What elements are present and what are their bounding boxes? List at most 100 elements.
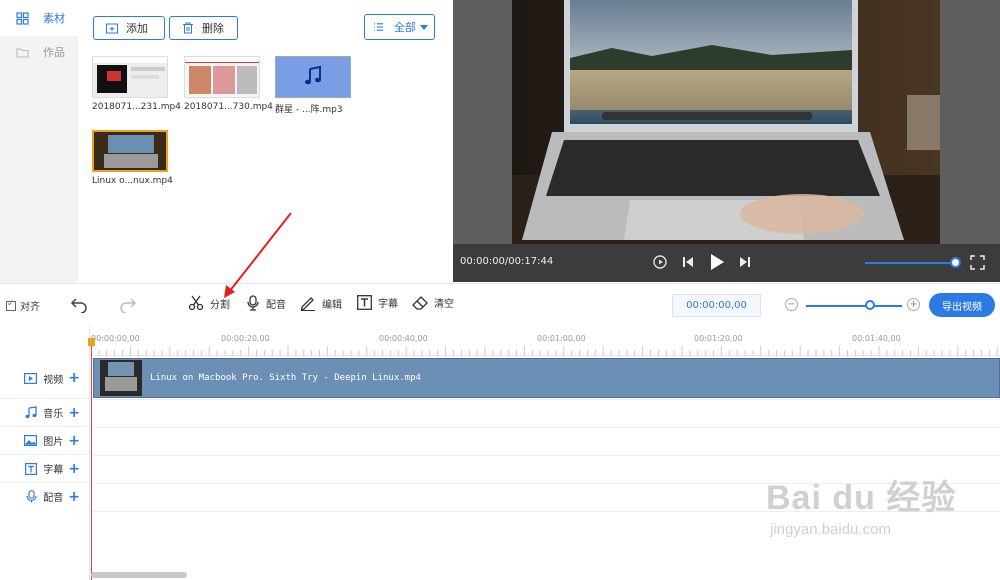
- previous-icon[interactable]: [681, 254, 695, 270]
- media-item[interactable]: 2018071...231.mp4: [92, 56, 181, 112]
- zoom-in-button[interactable]: +: [907, 298, 920, 311]
- media-library: 添加 删除 全部 2018071...231.mp4 2018071...730…: [78, 0, 451, 283]
- ruler-tick-label: 00:00:40,00: [379, 334, 428, 343]
- nav-item-works[interactable]: 作品: [0, 34, 78, 70]
- redo-icon[interactable]: [119, 297, 137, 313]
- track-label-text: 字幕: [43, 465, 64, 476]
- chevron-down-icon: [420, 25, 428, 30]
- edit-toolbar: 对齐 分割 配音 编辑 字幕 清空 00:00:00,00 − + 导出视频: [0, 283, 1000, 325]
- media-name: Linux o...nux.mp4: [92, 176, 173, 186]
- dub-button[interactable]: 配音: [246, 295, 286, 311]
- media-item[interactable]: 群星 - ...阵.mp3: [275, 56, 355, 115]
- text-box-icon: [357, 295, 372, 310]
- timecode-field[interactable]: 00:00:00,00: [672, 294, 761, 317]
- playhead-handle[interactable]: [88, 338, 95, 346]
- track-label-text: 图片: [43, 437, 64, 448]
- watermark-url: jingyan.baidu.com: [770, 521, 891, 538]
- media-thumbnail: [92, 56, 168, 98]
- watermark-logo: Bai du 经验: [766, 479, 957, 517]
- track-label-image[interactable]: 图片 +: [0, 426, 90, 454]
- side-nav: 素材 作品: [0, 0, 78, 283]
- list-icon: [373, 23, 384, 31]
- pencil-icon: [300, 297, 315, 311]
- volume-slider-track[interactable]: [865, 262, 955, 264]
- replay-icon[interactable]: [652, 254, 668, 270]
- media-name: 群星 - ...阵.mp3: [275, 105, 343, 115]
- dub-label: 配音: [266, 299, 286, 311]
- ruler-tick-label: 00:01:40,00: [852, 334, 901, 343]
- filter-dropdown[interactable]: 全部: [364, 14, 435, 40]
- video-frame-image: [512, 0, 940, 244]
- fullscreen-icon[interactable]: [970, 255, 985, 270]
- timeline-scrollbar[interactable]: [91, 572, 187, 578]
- music-note-icon: [305, 65, 321, 85]
- next-icon[interactable]: [738, 254, 752, 270]
- media-item-selected[interactable]: Linux o...nux.mp4: [92, 130, 173, 186]
- clip-thumbnail: [100, 360, 142, 396]
- image-icon: [24, 435, 38, 446]
- ruler-tick-label: 00:00:00,00: [91, 334, 140, 343]
- zoom-slider-track[interactable]: [806, 305, 902, 307]
- add-button[interactable]: 添加: [93, 16, 165, 40]
- media-name: 2018071...730.mp4: [184, 102, 273, 112]
- baidu-watermark: Bai du 经验 jingyan.baidu.com: [766, 470, 956, 538]
- video-frame: [512, 0, 940, 244]
- playhead-line[interactable]: [91, 340, 92, 580]
- export-video-button[interactable]: 导出视频: [929, 293, 995, 317]
- add-track-item-icon[interactable]: +: [68, 433, 80, 449]
- track-label-video[interactable]: 视频 +: [0, 363, 90, 393]
- clear-button[interactable]: 清空: [412, 295, 454, 310]
- clip-name: Linux on Macbook Pro. Sixth Try - Deepin…: [150, 373, 421, 383]
- add-track-item-icon[interactable]: +: [68, 461, 80, 477]
- editor-window: 素材 作品 添加 删除 全部 2018071...231.mp4 2018071…: [0, 0, 1000, 580]
- timeline-tracks: Linux on Macbook Pro. Sixth Try - Deepin…: [91, 356, 1000, 580]
- edit-button[interactable]: 编辑: [300, 295, 342, 311]
- add-track-item-icon[interactable]: +: [68, 405, 80, 421]
- video-clip[interactable]: Linux on Macbook Pro. Sixth Try - Deepin…: [93, 358, 1000, 398]
- delete-button[interactable]: 删除: [169, 16, 238, 40]
- time-readout: 00:00:00/00:17:44: [460, 256, 554, 267]
- media-thumbnail: [275, 56, 351, 98]
- track-label-subtitle[interactable]: 字幕 +: [0, 454, 90, 482]
- undo-icon[interactable]: [70, 297, 88, 313]
- player-controls: 00:00:00/00:17:44: [453, 244, 1000, 282]
- image-lane[interactable]: [91, 428, 1000, 456]
- add-button-label: 添加: [126, 22, 148, 35]
- nav-item-label: 素材: [43, 12, 65, 25]
- volume-slider-handle[interactable]: [950, 257, 961, 268]
- track-labels: 视频 + 音乐 + 图片 + 字幕 + 配音 +: [0, 326, 90, 580]
- nav-item-materials[interactable]: 素材: [0, 0, 78, 36]
- align-checkbox[interactable]: 对齐: [6, 298, 40, 313]
- nav-item-label: 作品: [43, 46, 65, 59]
- trash-icon: [183, 22, 193, 34]
- delete-button-label: 删除: [202, 22, 224, 35]
- zoom-out-button[interactable]: −: [785, 298, 798, 311]
- add-track-item-icon[interactable]: +: [68, 489, 80, 505]
- music-lane[interactable]: [91, 400, 1000, 428]
- scissors-icon: [188, 295, 204, 311]
- video-lane[interactable]: Linux on Macbook Pro. Sixth Try - Deepin…: [91, 356, 1000, 400]
- video-preview: 00:00:00/00:17:44: [453, 0, 1000, 282]
- split-button[interactable]: 分割: [188, 295, 230, 311]
- subtitle-button[interactable]: 字幕: [357, 295, 398, 310]
- media-thumbnail: [184, 56, 260, 98]
- music-icon: [25, 406, 37, 419]
- checkbox-icon: [6, 299, 16, 311]
- track-label-text: 音乐: [43, 409, 64, 420]
- align-label: 对齐: [20, 302, 40, 313]
- play-icon[interactable]: [708, 252, 726, 272]
- grid-icon: [16, 11, 29, 25]
- ruler-tick-label: 00:00:20,00: [221, 334, 270, 343]
- split-label: 分割: [210, 299, 230, 311]
- add-track-item-icon[interactable]: +: [68, 370, 80, 386]
- mic-icon: [26, 490, 37, 503]
- timeline-ruler[interactable]: 00:00:00,00 00:00:20,00 00:00:40,00 00:0…: [91, 326, 1000, 356]
- eraser-icon: [412, 295, 428, 310]
- media-item[interactable]: 2018071...730.mp4: [184, 56, 273, 112]
- media-name: 2018071...231.mp4: [92, 102, 181, 112]
- track-label-dub[interactable]: 配音 +: [0, 482, 90, 510]
- zoom-slider-handle[interactable]: [865, 300, 875, 310]
- ruler-tick-label: 00:01:20,00: [694, 334, 743, 343]
- track-label-music[interactable]: 音乐 +: [0, 398, 90, 426]
- microphone-icon: [247, 295, 259, 311]
